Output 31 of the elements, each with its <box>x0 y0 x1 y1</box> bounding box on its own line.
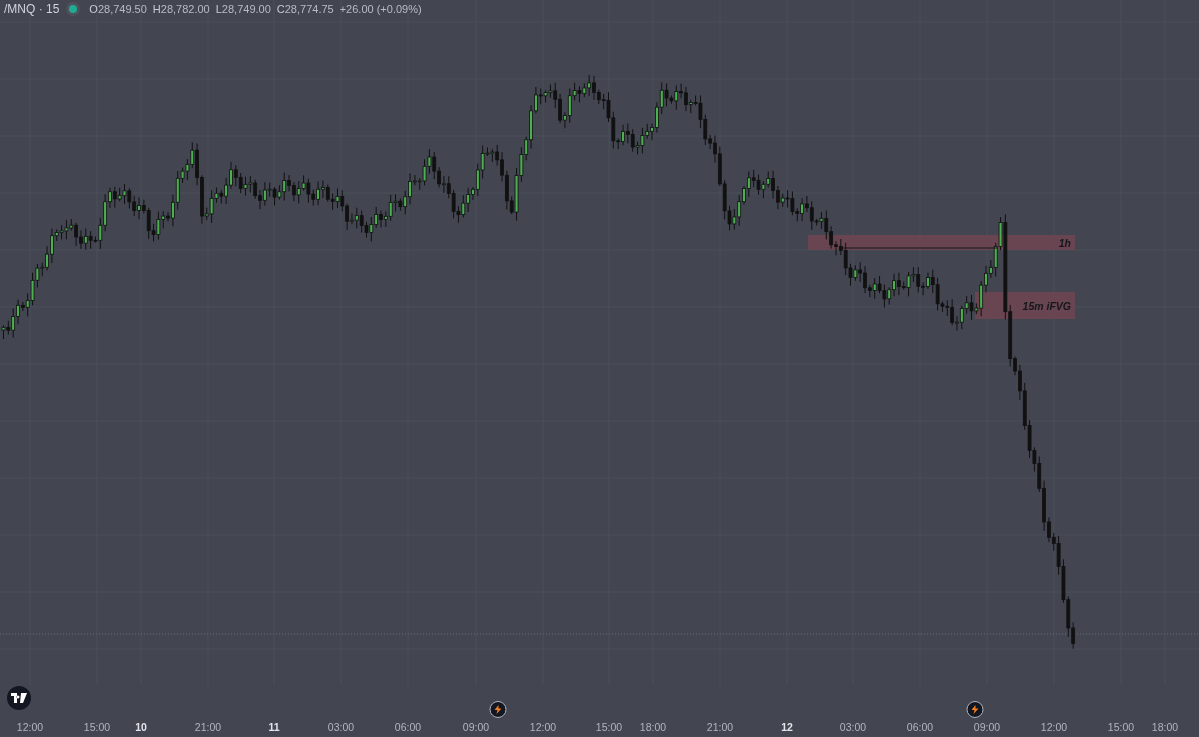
logo-icon[interactable] <box>7 686 31 710</box>
status-dot-icon <box>69 5 78 13</box>
time-axis-label: 21:00 <box>194 721 222 733</box>
time-axis-label: 06:00 <box>394 721 422 733</box>
time-axis-label: 18:00 <box>1151 721 1179 733</box>
time-axis-label: 10 <box>135 721 147 733</box>
time-axis-label: 12 <box>781 721 793 733</box>
time-axis-label: 11 <box>268 721 280 733</box>
time-axis-label: 15:00 <box>595 721 623 733</box>
zone-label: 1h <box>1058 236 1071 249</box>
ohlc-value: H28,782.00 <box>152 3 210 15</box>
time-axis-label: 21:00 <box>706 721 734 733</box>
symbol-title: /MNQ · 15 <box>4 2 60 16</box>
lightning-icon[interactable] <box>966 701 984 718</box>
time-axis-label: 03:00 <box>839 721 867 733</box>
time-axis-label: 15:00 <box>1107 721 1135 733</box>
ohlc-value: C28,774.75 <box>276 3 334 15</box>
time-axis-label: 18:00 <box>639 721 667 733</box>
time-axis-label: 12:00 <box>16 721 44 733</box>
time-axis-label: 09:00 <box>462 721 490 733</box>
zone-label: 15m iFVG <box>1022 299 1071 312</box>
time-axis-label: 12:00 <box>529 721 557 733</box>
ohlc-value: O28,749.50 <box>89 3 147 15</box>
time-axis-label: 06:00 <box>906 721 934 733</box>
ohlc-value: L28,749.00 <box>215 3 271 15</box>
time-axis-label: 15:00 <box>83 721 111 733</box>
time-axis-label: 12:00 <box>1040 721 1068 733</box>
time-axis-label: 03:00 <box>327 721 355 733</box>
time-axis-label: 09:00 <box>973 721 1001 733</box>
lightning-icon[interactable] <box>489 701 507 718</box>
price-change: +26.00 (+0.09%) <box>339 3 422 15</box>
